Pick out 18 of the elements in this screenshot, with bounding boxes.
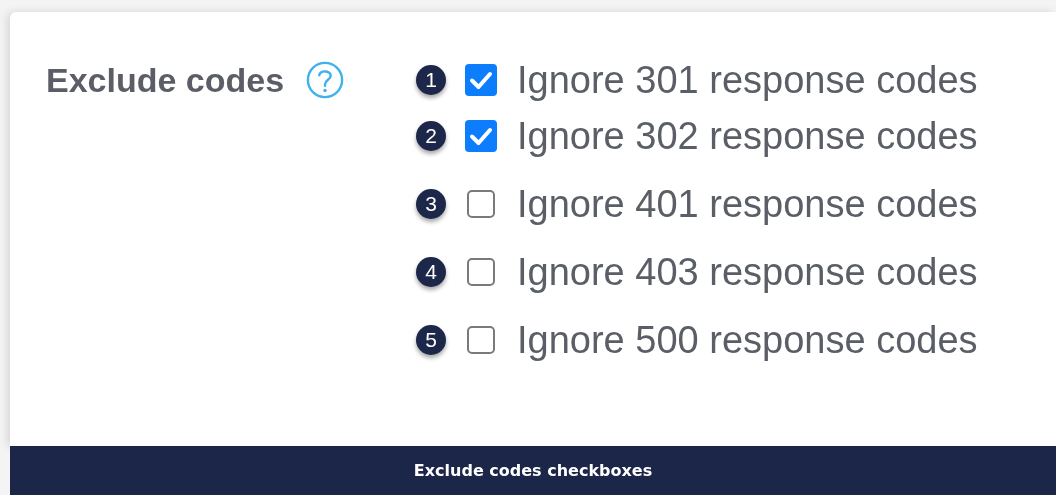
checkbox[interactable] [467,190,495,218]
checkbox[interactable] [467,326,495,354]
field-label: Exclude codes [46,60,285,100]
checkbox[interactable] [467,258,495,286]
step-badge: 3 [416,189,446,219]
checkbox[interactable] [465,120,497,152]
checkbox-label: Ignore 301 response codes [517,58,978,102]
checkbox-label: Ignore 500 response codes [517,318,978,362]
step-badge: 2 [416,121,446,151]
checkbox-label: Ignore 302 response codes [517,114,978,158]
checkbox[interactable] [465,64,497,96]
step-badge: 4 [416,257,446,287]
step-badge: 1 [416,65,446,95]
help-icon[interactable] [306,61,345,99]
checkbox-label: Ignore 403 response codes [517,250,978,294]
checkbox-label: Ignore 401 response codes [517,182,978,226]
caption-bar: Exclude codes checkboxes [10,446,1056,495]
step-badge: 5 [416,325,446,355]
